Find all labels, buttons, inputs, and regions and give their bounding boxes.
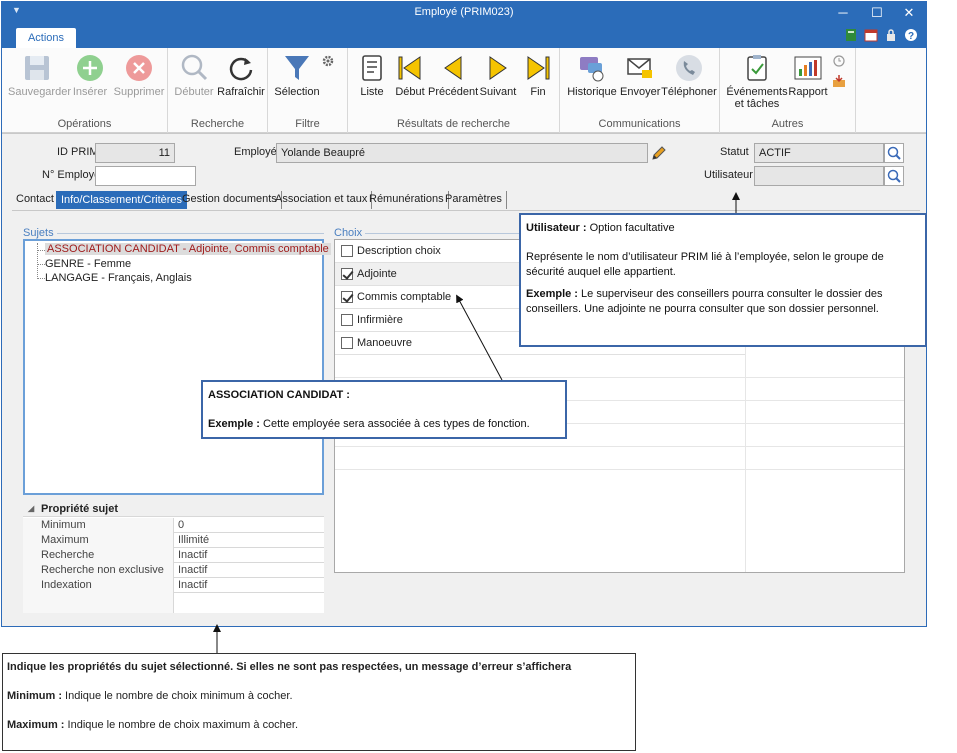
- callout-example-label: Exemple :: [526, 288, 578, 300]
- callout-title: ASSOCIATION CANDIDAT :: [208, 389, 350, 401]
- callout-minimum-label: Minimum :: [7, 690, 62, 702]
- callout-text: Option facultative: [586, 222, 675, 234]
- annotation-arrows: [213, 192, 740, 653]
- callout-body: Représente le nom d’utilisateur PRIM lié…: [526, 251, 884, 278]
- callout-headline: Indique les propriétés du sujet sélectio…: [7, 661, 572, 673]
- callout-maximum-label: Maximum :: [7, 719, 65, 731]
- callout-minimum-text: Indique le nombre de choix minimum à coc…: [62, 690, 293, 702]
- callout-example-text: Cette employée sera associée à ces types…: [259, 418, 530, 430]
- callout-example-label: Exemple :: [208, 418, 260, 430]
- callout-maximum-text: Indique le nombre de choix maximum à coc…: [64, 719, 299, 731]
- callout-title: Utilisateur :: [526, 222, 587, 234]
- callout-association-candidat: ASSOCIATION CANDIDAT : Exemple : Cette e…: [201, 380, 567, 439]
- callout-utilisateur: Utilisateur : Option facultative Représe…: [519, 213, 927, 347]
- callout-proprietes-sujet: Indique les propriétés du sujet sélectio…: [2, 653, 636, 751]
- callout-example-text: Le superviseur des conseillers pourra co…: [526, 288, 883, 315]
